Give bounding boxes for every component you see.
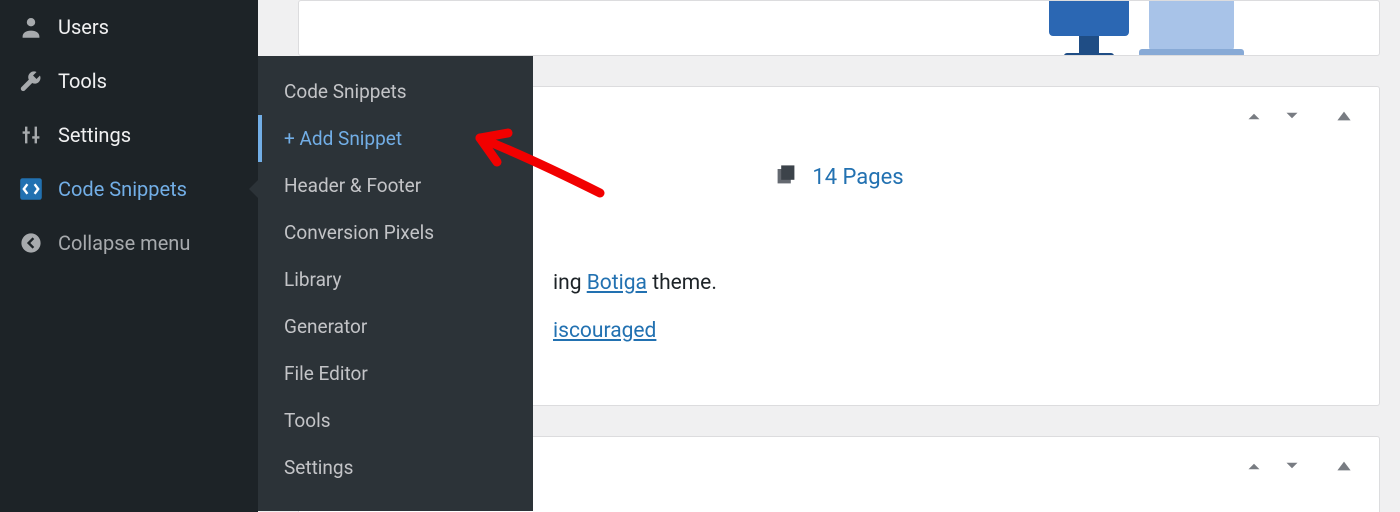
chevron-down-icon[interactable] <box>1281 105 1303 131</box>
sidebar-item-settings[interactable]: Settings <box>0 108 258 162</box>
flyout-item-tools[interactable]: Tools <box>258 397 533 444</box>
sidebar-label: Code Snippets <box>58 177 187 201</box>
illustration <box>1039 0 1259 56</box>
panel-top <box>298 0 1380 56</box>
chevron-up-icon[interactable] <box>1243 455 1265 481</box>
sidebar-item-code-snippets[interactable]: Code Snippets <box>0 162 258 216</box>
collapse-icon <box>18 230 44 256</box>
theme-prefix: ing <box>553 271 587 295</box>
sliders-icon <box>18 122 44 148</box>
sidebar-collapse-menu[interactable]: Collapse menu <box>0 216 258 270</box>
discouraged-line: iscouraged <box>553 319 1359 343</box>
flyout-item-library[interactable]: Library <box>258 256 533 303</box>
flyout-item-file-editor[interactable]: File Editor <box>258 350 533 397</box>
flyout-item-conversion-pixels[interactable]: Conversion Pixels <box>258 209 533 256</box>
flyout-item-header-footer[interactable]: Header & Footer <box>258 162 533 209</box>
sidebar-label: Users <box>58 15 109 39</box>
flyout-item-add-snippet[interactable]: + Add Snippet <box>258 115 533 162</box>
users-icon <box>18 14 44 40</box>
flyout-item-code-snippets[interactable]: Code Snippets <box>258 68 533 115</box>
theme-suffix: theme. <box>647 271 717 295</box>
sidebar-label: Settings <box>58 123 131 147</box>
theme-line: ing Botiga theme. <box>553 271 1359 295</box>
sidebar-item-tools[interactable]: Tools <box>0 54 258 108</box>
wrench-icon <box>18 68 44 94</box>
pages-count-text[interactable]: 14 Pages <box>812 165 903 190</box>
panel-controls <box>1243 455 1355 481</box>
theme-link[interactable]: Botiga <box>587 271 647 295</box>
triangle-up-icon[interactable] <box>1333 105 1355 131</box>
pages-count-block: 14 Pages <box>774 163 903 191</box>
code-snippets-icon <box>18 176 44 202</box>
sidebar-label: Collapse menu <box>58 231 190 255</box>
sidebar-label: Tools <box>58 69 107 93</box>
flyout-item-generator[interactable]: Generator <box>258 303 533 350</box>
triangle-up-icon[interactable] <box>1333 455 1355 481</box>
discouraged-link[interactable]: iscouraged <box>553 319 656 343</box>
admin-sidebar: Users Tools Settings Code Snippets Colla… <box>0 0 258 512</box>
sidebar-item-users[interactable]: Users <box>0 0 258 54</box>
chevron-down-icon[interactable] <box>1281 455 1303 481</box>
flyout-item-settings[interactable]: Settings <box>258 444 533 491</box>
pages-stack-icon <box>774 163 798 191</box>
panel-controls <box>1243 105 1355 131</box>
chevron-up-icon[interactable] <box>1243 105 1265 131</box>
code-snippets-flyout: Code Snippets + Add Snippet Header & Foo… <box>258 56 533 511</box>
